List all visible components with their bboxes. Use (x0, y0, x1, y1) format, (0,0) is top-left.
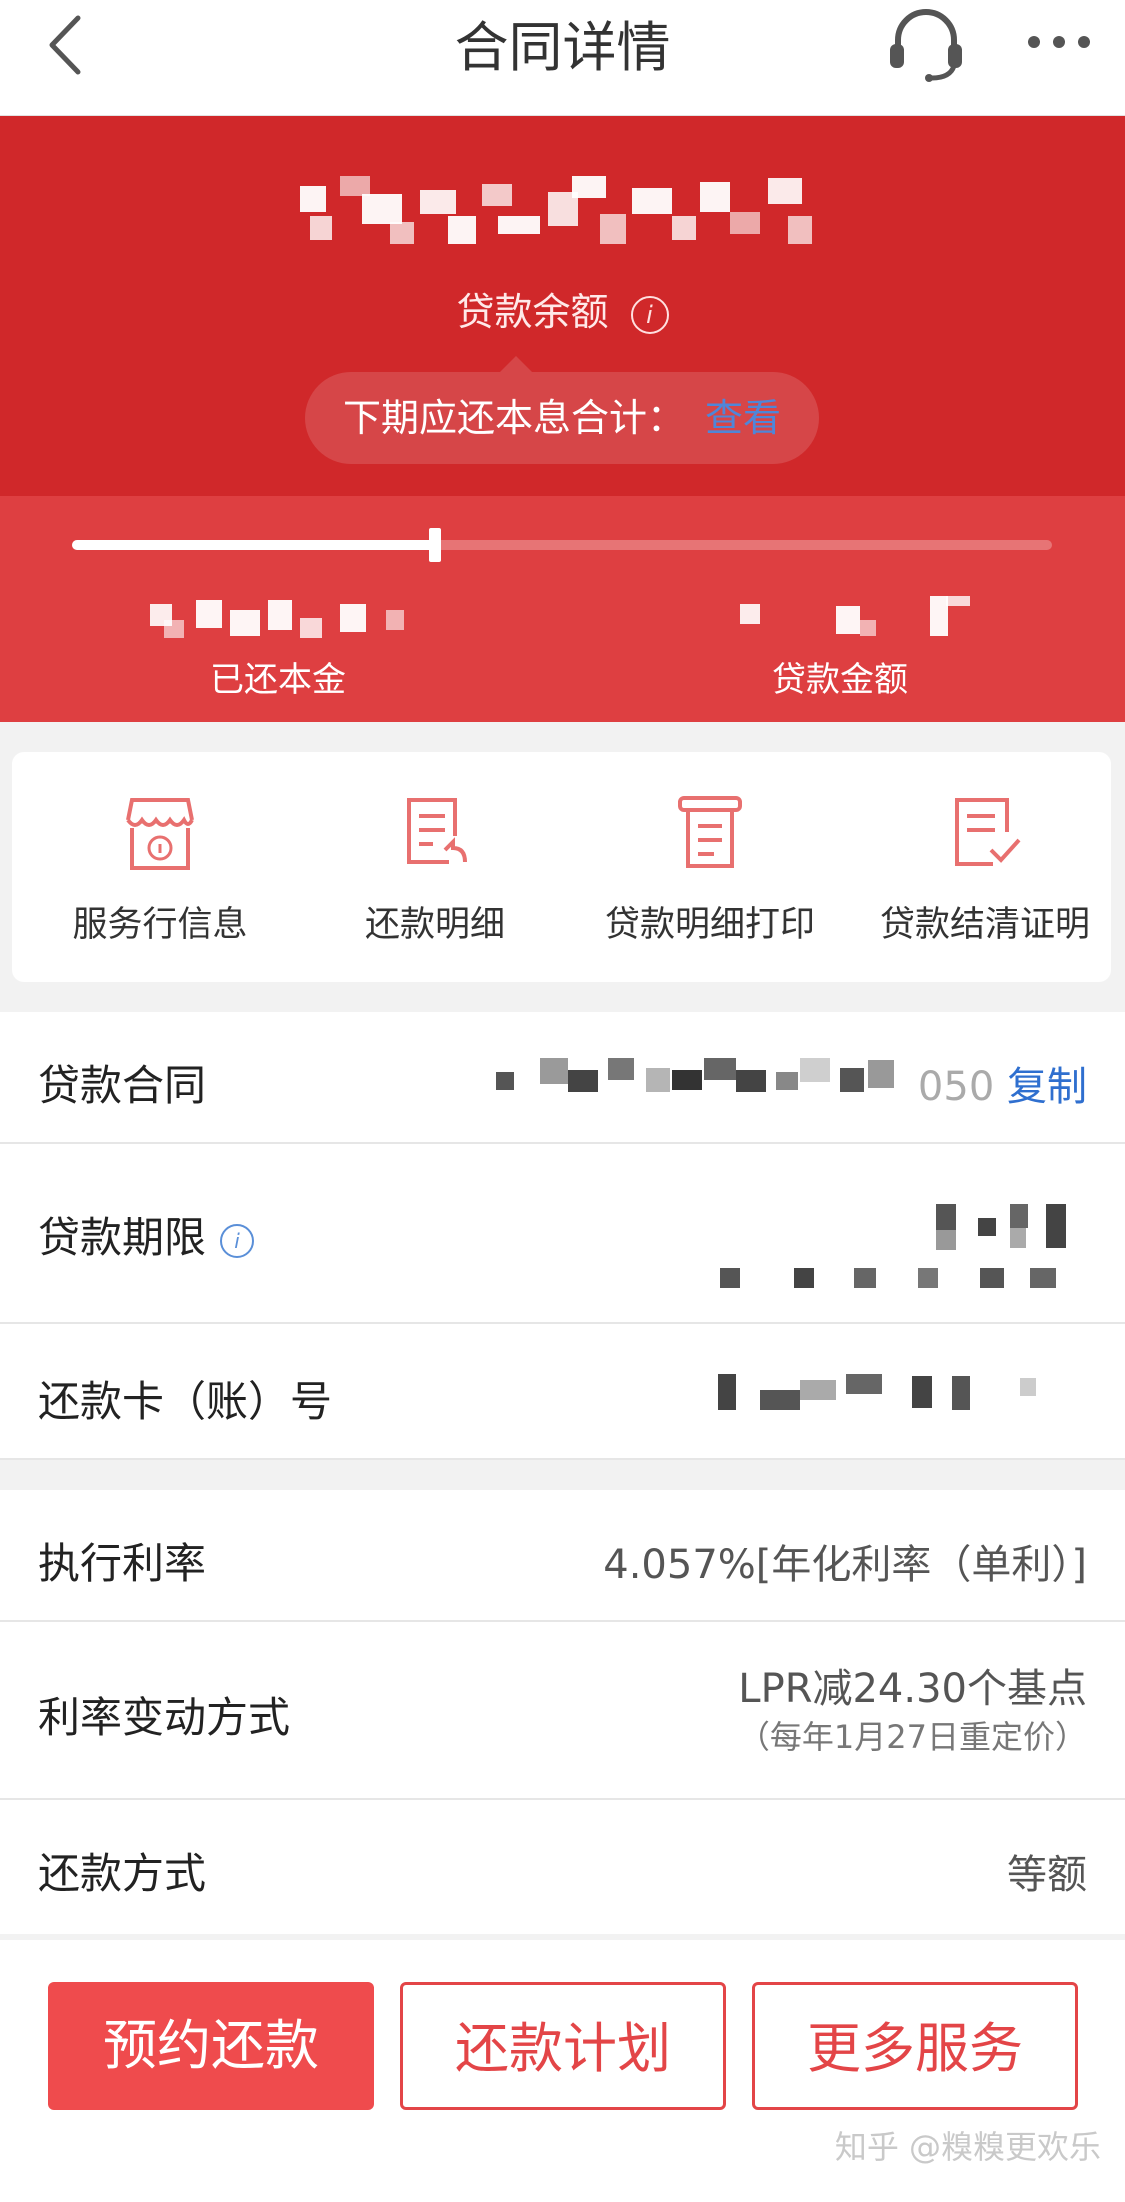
row-key: 执行利率 (38, 1539, 207, 1588)
masked-loan-amount (740, 596, 1000, 640)
row-key: 贷款期限 (38, 1213, 207, 1262)
masked-card-number (716, 1374, 1096, 1420)
service-bank-info-button[interactable]: 服务行信息 (25, 792, 295, 947)
row-key: 还款卡（账）号 (38, 1377, 333, 1426)
repayment-progress-fill (72, 540, 435, 550)
masked-contract-number (496, 1058, 936, 1098)
row-value: 4.057%[年化利率（单利）] (603, 1542, 1087, 1588)
service-label: 还款明细 (364, 905, 505, 945)
balance-label: 贷款余额 (456, 290, 609, 334)
repayment-detail-button[interactable]: 还款明细 (300, 792, 570, 947)
masked-repaid-amount (150, 600, 430, 640)
watermark: 知乎 @糗糗更欢乐 (834, 2128, 1101, 2166)
contract-info-list: 贷款合同 050 复制 贷款期限 i 还款卡（账）号 (0, 1012, 1125, 1460)
loan-term-row: 贷款期限 i (0, 1144, 1125, 1324)
row-value: 等额 (1007, 1852, 1087, 1898)
row-subvalue: （每年1月27日重定价） (737, 1718, 1087, 1756)
repayment-plan-button[interactable]: 还款计划 (400, 1982, 726, 2110)
info-icon[interactable]: i (220, 1223, 255, 1258)
copy-contract-button[interactable]: 复制 (1007, 1064, 1087, 1110)
row-key: 利率变动方式 (38, 1693, 291, 1742)
settlement-certificate-icon (955, 798, 1021, 866)
service-label: 贷款结清证明 (879, 905, 1090, 945)
loan-contract-row: 贷款合同 050 复制 (0, 1012, 1125, 1144)
repayment-card-row: 还款卡（账）号 (0, 1324, 1125, 1460)
repayment-method-row: 还款方式 等额 (0, 1800, 1125, 1930)
service-bank-icon (126, 798, 194, 870)
appointment-repay-button[interactable]: 预约还款 (48, 1982, 374, 2110)
masked-balance-amount (300, 176, 840, 266)
row-value: LPR减24.30个基点 (738, 1666, 1087, 1712)
next-payment-label: 下期应还本息合计： (343, 396, 686, 440)
more-options-icon[interactable] (1024, 20, 1094, 64)
service-label: 贷款明细打印 (604, 905, 815, 945)
service-label: 服务行信息 (72, 905, 248, 945)
customer-service-headset-icon[interactable] (884, 6, 968, 82)
contract-number-tail: 050 复制 (918, 1054, 1087, 1112)
nav-bar: 合同详情 (0, 0, 1125, 116)
row-key: 贷款合同 (38, 1061, 207, 1110)
next-payment-pill: 下期应还本息合计： 查看 (305, 356, 819, 464)
row-key: 还款方式 (38, 1849, 207, 1898)
repayment-progress-knob (429, 528, 441, 562)
row-key-wrapper: 贷款期限 i (38, 1204, 255, 1265)
service-shortcut-grid: 服务行信息 还款明细 贷款明细打印 贷款结清证明 (12, 752, 1111, 982)
interest-rate-row: 执行利率 4.057%[年化利率（单利）] (0, 1490, 1125, 1622)
print-detail-icon (678, 796, 742, 868)
more-services-button[interactable]: 更多服务 (752, 1982, 1078, 2110)
masked-loan-term (700, 1204, 1100, 1294)
print-detail-button[interactable]: 贷款明细打印 (575, 792, 845, 947)
repayment-detail-icon (407, 798, 467, 864)
bottom-action-bar: 预约还款 还款计划 更多服务 知乎 @糗糗更欢乐 (0, 1940, 1125, 2202)
info-icon[interactable]: i (630, 295, 669, 334)
rate-adjustment-row: 利率变动方式 LPR减24.30个基点 （每年1月27日重定价） (0, 1622, 1125, 1800)
repaid-principal-label: 已还本金 (210, 660, 346, 700)
repayment-progress-panel: 已还本金 贷款金额 (0, 496, 1125, 722)
loan-amount-label: 贷款金额 (772, 660, 908, 700)
rate-info-list: 执行利率 4.057%[年化利率（单利）] 利率变动方式 LPR减24.30个基… (0, 1490, 1125, 1934)
view-next-payment-link[interactable]: 查看 (705, 372, 781, 464)
settlement-certificate-button[interactable]: 贷款结清证明 (850, 792, 1120, 947)
contract-number-suffix: 050 (917, 1064, 995, 1110)
loan-balance-panel: 贷款余额 i 下期应还本息合计： 查看 (0, 116, 1125, 496)
repayment-progress-bar (72, 528, 1052, 562)
balance-label-row: 贷款余额 i (0, 281, 1125, 336)
